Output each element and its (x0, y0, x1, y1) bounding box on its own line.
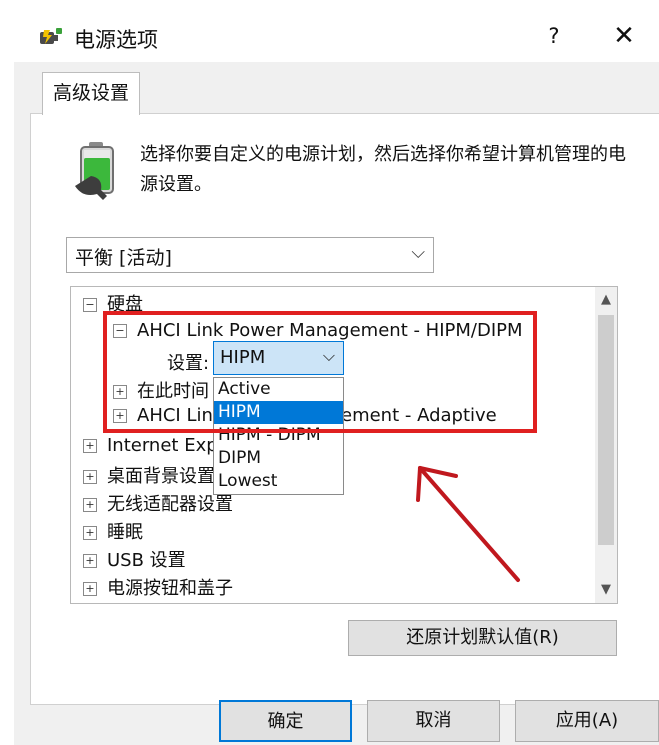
tab-advanced-settings[interactable]: 高级设置 (42, 72, 140, 115)
battery-plug-icon (75, 142, 114, 200)
apply-button[interactable]: 应用(A) (515, 700, 659, 742)
tree-item-ahci-hipm-dipm[interactable]: − AHCI Link Power Management - HIPM/DIPM (113, 320, 523, 341)
window-title: 电源选项 (74, 28, 158, 52)
power-plan-value: 平衡 [活动] (75, 247, 172, 269)
tree-item-hard-disk[interactable]: − 硬盘 (83, 290, 143, 316)
tree-item-label: 电源按钮和盖子 (107, 578, 233, 599)
expand-icon[interactable]: + (83, 582, 97, 596)
scroll-down-arrow-icon[interactable]: ▼ (595, 579, 617, 601)
settings-tree[interactable]: − 硬盘 − AHCI Link Power Management - HIPM/D… (70, 286, 618, 604)
collapse-icon[interactable]: − (113, 324, 127, 338)
tree-item-desktop-background[interactable]: + 桌面背景设置 (83, 462, 215, 488)
tree-item-label: AHCI Link Power Management - HIPM/DIPM (137, 320, 523, 341)
expand-icon[interactable]: + (83, 439, 97, 453)
tree-item-usb[interactable]: + USB 设置 (83, 546, 186, 572)
expand-icon[interactable]: + (83, 526, 97, 540)
expand-icon[interactable]: + (83, 470, 97, 484)
setting-selected-value: HIPM (220, 347, 266, 368)
cancel-button[interactable]: 取消 (367, 700, 500, 742)
help-button[interactable]: ? (538, 20, 570, 52)
tree-item-power-buttons[interactable]: + 电源按钮和盖子 (83, 574, 233, 600)
setting-label: 设置: (167, 353, 210, 374)
collapse-icon[interactable]: − (83, 298, 97, 312)
scroll-up-arrow-icon[interactable]: ▲ (595, 289, 617, 311)
tree-item-wireless-adapter[interactable]: + 无线适配器设置 (83, 490, 233, 516)
tree-item-label: AHCI Lin (137, 405, 213, 426)
setting-value-select[interactable]: HIPM ⌵ (213, 341, 344, 375)
tree-item-label: Internet Expl (107, 435, 223, 456)
option-active[interactable]: Active (214, 378, 343, 401)
tree-item-label: 睡眠 (107, 522, 143, 543)
tree-item-label: 硬盘 (107, 294, 143, 315)
vertical-scrollbar[interactable]: ▲ ▼ (595, 287, 617, 603)
option-hipm[interactable]: HIPM (214, 401, 343, 424)
tree-item-label: 桌面背景设置 (107, 466, 215, 487)
tree-item-ahci-adaptive[interactable]: + AHCI Lin (113, 405, 213, 426)
tree-item-sleep[interactable]: + 睡眠 (83, 518, 143, 544)
title-bar: 电源选项 ? ✕ (0, 0, 659, 62)
setting-options-dropdown[interactable]: Active HIPM HIPM - DIPM DIPM Lowest (213, 377, 344, 495)
option-lowest[interactable]: Lowest (214, 470, 343, 493)
expand-icon[interactable]: + (83, 498, 97, 512)
expand-icon[interactable]: + (113, 385, 127, 399)
scrollbar-thumb[interactable] (598, 315, 614, 545)
chevron-down-icon: ⌵ (411, 242, 425, 263)
chevron-down-icon: ⌵ (322, 346, 335, 365)
description-text: 选择你要自定义的电源计划，然后选择你希望计算机管理的电源设置。 (140, 144, 626, 195)
ok-button[interactable]: 确定 (219, 700, 352, 742)
tree-item-label: USB 设置 (107, 550, 186, 571)
option-hipm-dipm[interactable]: HIPM - DIPM (214, 424, 343, 447)
tree-item-internet-explorer[interactable]: + Internet Expl (83, 435, 223, 456)
tree-item-label: 在此时间 (137, 381, 209, 402)
tree-item-turn-off-after[interactable]: + 在此时间 (113, 377, 209, 403)
close-button[interactable]: ✕ (606, 20, 642, 52)
tree-item-label: 无线适配器设置 (107, 494, 233, 515)
power-options-icon (40, 28, 62, 44)
tree-item-label-tail: ement - Adaptive (341, 405, 497, 426)
expand-icon[interactable]: + (113, 409, 127, 423)
restore-defaults-button[interactable]: 还原计划默认值(R) (348, 620, 617, 656)
power-plan-select[interactable]: 平衡 [活动] ⌵ (66, 237, 434, 273)
expand-icon[interactable]: + (83, 554, 97, 568)
option-dipm[interactable]: DIPM (214, 447, 343, 470)
